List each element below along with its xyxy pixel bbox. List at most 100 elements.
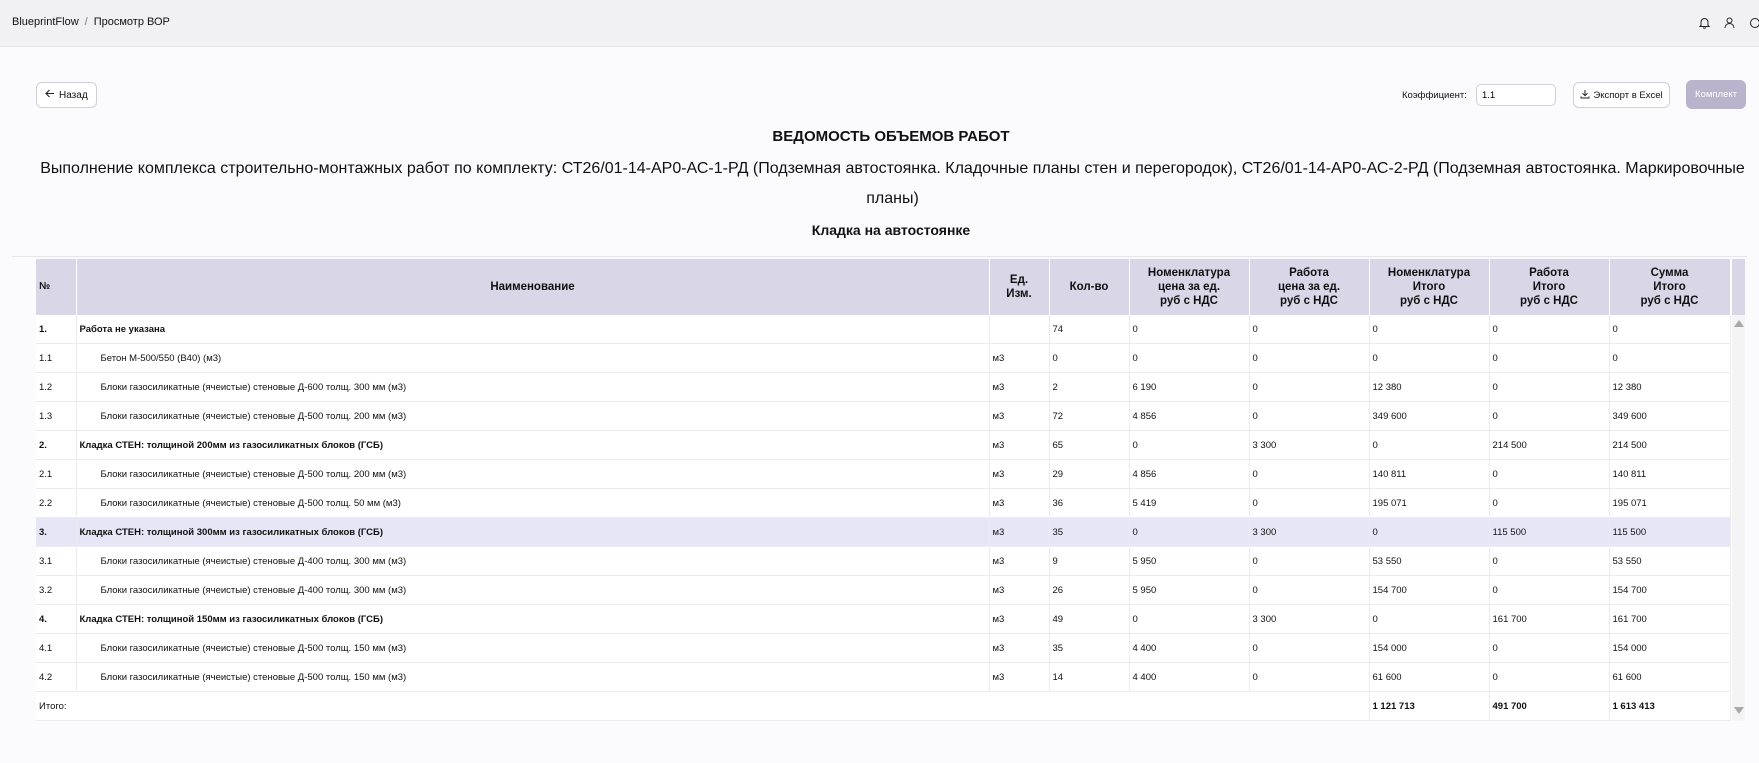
cell-work-total: 0 [1489,546,1610,576]
cell-nom-price: 0 [1129,604,1250,634]
coefficient-label: Коэффициент: [1402,90,1467,101]
cell-qty: 35 [1049,517,1130,547]
cell-nom-price: 0 [1129,517,1250,547]
table-row[interactable]: 1.1 Бетон М-500/550 (В40) (м3) м3 0 0 0 … [36,343,1731,373]
cell-sum: 140 811 [1609,459,1731,489]
table-row[interactable]: 4.2 Блоки газосиликатные (ячеистые) стен… [36,662,1731,692]
arrow-left-icon [45,89,55,101]
cell-nom-price: 5 950 [1129,575,1250,605]
user-icon[interactable] [1724,15,1735,31]
table-row[interactable]: 2.2 Блоки газосиликатные (ячеистые) стен… [36,488,1731,518]
cell-unit: м3 [989,575,1050,605]
coefficient-input[interactable] [1476,84,1556,106]
cell-qty: 65 [1049,430,1130,460]
search-icon[interactable] [1749,15,1759,31]
col-header-nom-price: Номенклатура цена за ед. руб с НДС [1129,259,1250,315]
cell-name: Блоки газосиликатные (ячеистые) стеновые… [76,633,990,663]
cell-nom-total: 0 [1369,315,1490,344]
cell-num: 4.2 [36,662,77,692]
cell-sum: 214 500 [1609,430,1731,460]
table-row[interactable]: 1. Работа не указана 74 0 0 0 0 0 [36,315,1731,344]
cell-unit: м3 [989,459,1050,489]
cell-name: Блоки газосиликатные (ячеистые) стеновые… [76,459,990,489]
table-row[interactable]: 3.1 Блоки газосиликатные (ячеистые) стен… [36,546,1731,576]
col-header-work-total: Работа Итого руб с НДС [1489,259,1610,315]
cell-nom-price: 4 400 [1129,633,1250,663]
table-row[interactable]: 3.2 Блоки газосиликатные (ячеистые) стен… [36,575,1731,605]
cell-work-total: 115 500 [1489,517,1610,547]
header-line: руб с НДС [1160,295,1218,307]
cell-num: 3.1 [36,546,77,576]
cell-qty: 26 [1049,575,1130,605]
cell-sum: 349 600 [1609,401,1731,431]
header-line: цена за ед. [1157,281,1221,293]
document-description: Выполнение комплекса строительно-монтажн… [40,160,1745,207]
total-row: Итого: 1 121 713 491 700 1 613 413 [36,691,1731,721]
table-row[interactable]: 2. Кладка СТЕН: толщиной 200мм из газоси… [36,430,1731,460]
cell-work-price: 0 [1249,372,1370,402]
cell-qty: 49 [1049,604,1130,634]
cell-nom-price: 5 950 [1129,546,1250,576]
table-scrollbar[interactable] [1732,259,1745,721]
col-header-num: № [36,259,77,315]
cell-work-price: 0 [1249,546,1370,576]
cell-unit: м3 [989,343,1050,373]
cell-nom-total: 195 071 [1369,488,1490,518]
cell-nom-price: 0 [1129,343,1250,373]
col-header-qty: Кол-во [1049,259,1130,315]
breadcrumb-app[interactable]: BlueprintFlow [12,16,79,28]
scroll-down-icon[interactable] [1734,707,1744,714]
cell-nom-total: 12 380 [1369,372,1490,402]
scroll-up-icon[interactable] [1734,320,1744,327]
table-row[interactable]: 4. Кладка СТЕН: толщиной 150мм из газоси… [36,604,1731,634]
cell-num: 1.3 [36,401,77,431]
cell-num: 3.2 [36,575,77,605]
divider [12,256,1747,257]
kit-button[interactable]: Комплект [1686,80,1746,109]
cell-work-price: 3 300 [1249,604,1370,634]
cell-sum: 154 700 [1609,575,1731,605]
cell-num: 1.1 [36,343,77,373]
table-row[interactable]: 2.1 Блоки газосиликатные (ячеистые) стен… [36,459,1731,489]
bell-icon[interactable] [1699,15,1710,31]
header-line: руб с НДС [1640,295,1699,307]
header-line: Номенклатура [1387,267,1471,279]
total-nom: 1 121 713 [1369,691,1490,721]
cell-work-price: 0 [1249,401,1370,431]
cell-num: 1.2 [36,372,77,402]
header-line: Сумма [1650,267,1689,279]
export-excel-button[interactable]: Экспорт в Excel [1573,82,1670,108]
header-line: цена за ед. [1277,281,1341,293]
cell-work-total: 0 [1489,401,1610,431]
cell-sum: 0 [1609,315,1731,344]
cell-qty: 0 [1049,343,1130,373]
table-header-row: № Наименование Ед. Изм. Кол-во Номенклату… [36,259,1731,315]
cell-num: 1. [36,315,77,344]
cell-name: Работа не указана [76,315,990,344]
cell-work-total: 214 500 [1489,430,1610,460]
download-icon [1580,89,1590,102]
header-line: Ед. [1009,274,1029,286]
cell-work-total: 0 [1489,488,1610,518]
cell-unit: м3 [989,488,1050,518]
table-row[interactable]: 1.2 Блоки газосиликатные (ячеистые) стен… [36,372,1731,402]
cell-work-price: 0 [1249,459,1370,489]
breadcrumb: BlueprintFlow / Просмотр ВОР [12,16,170,28]
cell-work-total: 0 [1489,343,1610,373]
cell-unit [989,315,1050,344]
back-button[interactable]: Назад [36,82,97,108]
table-body: 1. Работа не указана 74 0 0 0 0 0 1.1 Бе… [36,315,1731,721]
cell-nom-price: 5 419 [1129,488,1250,518]
table-row[interactable]: 1.3 Блоки газосиликатные (ячеистые) стен… [36,401,1731,431]
cell-work-total: 161 700 [1489,604,1610,634]
cell-unit: м3 [989,662,1050,692]
table-row[interactable]: 4.1 Блоки газосиликатные (ячеистые) стен… [36,633,1731,663]
total-sum: 1 613 413 [1609,691,1731,721]
col-header-nom-total: Номенклатура Итого руб с НДС [1369,259,1490,315]
table-row-selected[interactable]: 3. Кладка СТЕН: толщиной 300мм из газоси… [36,517,1731,547]
header-line: Работа [1289,267,1329,279]
cell-work-price: 0 [1249,633,1370,663]
cell-work-total: 0 [1489,459,1610,489]
cell-qty: 9 [1049,546,1130,576]
cell-name: Блоки газосиликатные (ячеистые) стеновые… [76,372,990,402]
